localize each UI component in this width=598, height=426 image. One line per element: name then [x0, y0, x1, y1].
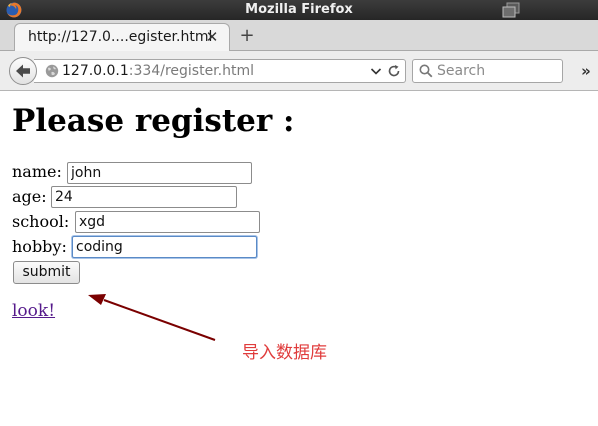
- close-icon[interactable]: ✕: [205, 30, 219, 45]
- search-input[interactable]: [437, 60, 557, 82]
- tab-register[interactable]: http://127.0....egister.html ✕: [14, 23, 230, 52]
- back-button[interactable]: [9, 57, 37, 85]
- annotation-arrow: [88, 294, 216, 341]
- school-label: school:: [12, 212, 70, 231]
- search-bar[interactable]: [412, 59, 563, 83]
- url-host: 127.0.0.1: [62, 63, 129, 79]
- toolbar-overflow-button[interactable]: »: [578, 59, 594, 83]
- reload-icon[interactable]: [387, 64, 401, 78]
- back-arrow-icon: [16, 64, 30, 78]
- tab-strip: http://127.0....egister.html ✕ +: [0, 20, 598, 52]
- url-path: :334/register.html: [128, 63, 254, 79]
- navigation-toolbar: 127.0.0.1:334/register.html »: [0, 51, 598, 91]
- annotation-label: 导入数据库: [242, 343, 327, 363]
- name-field[interactable]: [67, 162, 252, 184]
- age-field[interactable]: [51, 186, 237, 208]
- hobby-field[interactable]: [72, 236, 257, 258]
- new-tab-button[interactable]: +: [238, 27, 256, 45]
- globe-icon: [45, 64, 59, 78]
- chevron-down-icon[interactable]: [370, 64, 382, 78]
- url-bar[interactable]: 127.0.0.1:334/register.html: [34, 59, 406, 83]
- hobby-label: hobby:: [12, 237, 67, 256]
- url-text: 127.0.0.1:334/register.html: [62, 60, 254, 82]
- submit-button[interactable]: submit: [13, 261, 80, 284]
- school-field[interactable]: [75, 211, 260, 233]
- page-title: Please register :: [12, 103, 295, 139]
- window-titlebar: Mozilla Firefox: [0, 0, 598, 20]
- age-label: age:: [12, 187, 47, 206]
- tab-label: http://127.0....egister.html: [28, 29, 213, 45]
- page-content: Please register : name: age: school: hob…: [0, 91, 598, 426]
- restore-window-icon[interactable]: [500, 2, 522, 18]
- name-label: name:: [12, 162, 62, 181]
- look-link[interactable]: look!: [12, 299, 55, 323]
- search-icon: [419, 64, 433, 78]
